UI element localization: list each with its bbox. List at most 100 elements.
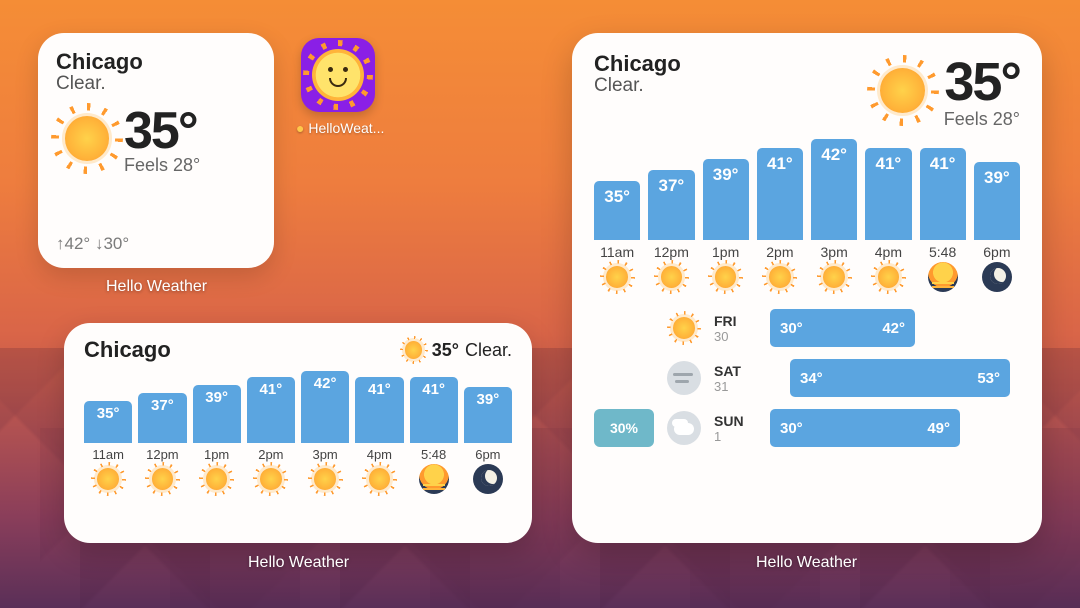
hour-icon-cell [703,262,749,292]
hour-icon-cell [193,464,241,494]
header-cond: Clear. [465,340,512,361]
widget-small-caption: Hello Weather [106,278,207,296]
forecast-range: 30°42° [770,309,1020,347]
wind-icon [667,361,701,395]
hour-icon-cell [594,262,640,292]
forecast-row: SAT3134°53° [594,356,1020,400]
forecast-icon [664,313,704,343]
temperature: 35° [124,101,200,161]
sun-icon [256,464,286,494]
widget-medium[interactable]: Chicago 35° Clear. 35°37°39°41°42°41°41°… [64,323,532,543]
hour-icon-cell [920,262,966,292]
forecast-range: 30°49° [770,409,1020,447]
sun-icon [310,464,340,494]
sun-icon [147,464,177,494]
hour-icon-cell [865,262,911,292]
moon-icon [473,464,503,494]
high-low: ↑42° ↓30° [56,234,256,254]
hour-time: 11am [84,447,132,462]
condition-label: Clear. [56,73,256,95]
app-label: HelloWeat... [296,120,380,136]
sun-icon [56,108,118,170]
hour-bar: 35° [84,401,132,443]
sunset-icon [928,262,958,292]
sun-icon [669,313,699,343]
sun-icon [202,464,232,494]
app-icon[interactable]: HelloWeat... [296,38,380,136]
hour-time: 2pm [757,244,803,260]
forecast-day-label: SUN1 [714,413,760,444]
widget-large[interactable]: Chicago Clear. 35° Feels 28° 35°37°39°41… [572,33,1042,543]
hour-time: 3pm [811,244,857,260]
sun-icon [819,262,849,292]
hour-bar: 41° [410,377,458,443]
hour-bar: 42° [301,371,349,443]
hour-time: 3pm [301,447,349,462]
hourly-bars: 35°37°39°41°42°41°41°39° [84,371,512,443]
hour-time: 1pm [193,447,241,462]
hour-time: 12pm [648,244,694,260]
hour-icon-cell [811,262,857,292]
hour-icon-cell [464,464,512,494]
hour-time: 4pm [865,244,911,260]
hour-time: 2pm [247,447,295,462]
hour-bar: 41° [865,148,911,240]
hour-icon-cell [138,464,186,494]
city-label: Chicago [594,51,681,77]
hour-time: 6pm [464,447,512,462]
hour-bar: 35° [594,181,640,240]
hour-time: 1pm [703,244,749,260]
hourly-icons [84,464,512,494]
widget-small[interactable]: Chicago Clear. 35° Feels 28° ↑42° ↓30° [38,33,274,268]
city-label: Chicago [56,49,256,75]
forecast-day-label: FRI30 [714,313,760,344]
hourly-times: 11am12pm1pm2pm3pm4pm5:486pm [594,244,1020,260]
hour-icon-cell [84,464,132,494]
hour-bar: 39° [193,385,241,443]
hour-bar: 37° [648,170,694,240]
hour-time: 12pm [138,447,186,462]
feels-like: Feels 28° [124,155,200,176]
hour-bar: 37° [138,393,186,443]
condition-label: Clear. [594,75,681,97]
forecast-icon [664,361,704,395]
hour-icon-cell [648,262,694,292]
hour-bar: 41° [247,377,295,443]
precip-chip: 30% [594,409,654,447]
hour-time: 5:48 [410,447,458,462]
hour-icon-cell [355,464,403,494]
hourly-times: 11am 12pm 1pm 2pm 3pm 4pm 5:48 6pm [84,447,512,462]
cloudy-icon [667,411,701,445]
forecast: FRI30 30°42° SAT3134°53° 30% SUN1 30°49° [594,306,1020,450]
widget-medium-caption: Hello Weather [248,554,349,572]
hour-bar: 39° [703,159,749,240]
hour-time: 6pm [974,244,1020,260]
hour-time: 11am [594,244,640,260]
hour-bar: 42° [811,139,857,240]
hour-bar: 39° [974,162,1020,240]
forecast-row: FRI30 30°42° [594,306,1020,350]
sun-icon [765,262,795,292]
hour-icon-cell [757,262,803,292]
hourly-icons [594,262,1020,292]
sun-icon [93,464,123,494]
hour-time: 4pm [355,447,403,462]
header-temp: 35° [432,340,459,361]
low-temp: 30° [103,234,129,253]
sun-icon [872,60,934,122]
sun-icon [602,262,632,292]
hour-bar: 39° [464,387,512,443]
hour-icon-cell [974,262,1020,292]
widget-large-caption: Hello Weather [756,554,857,572]
sunset-icon [419,464,449,494]
hour-icon-cell [247,464,295,494]
sun-icon [364,464,394,494]
sun-icon [711,262,741,292]
hour-bar: 41° [355,377,403,443]
moon-icon [982,262,1012,292]
hour-bar: 41° [920,148,966,240]
hour-icon-cell [410,464,458,494]
forecast-day-label: SAT31 [714,363,760,394]
feels-like: Feels 28° [944,109,1020,130]
forecast-row: 30% SUN1 30°49° [594,406,1020,450]
